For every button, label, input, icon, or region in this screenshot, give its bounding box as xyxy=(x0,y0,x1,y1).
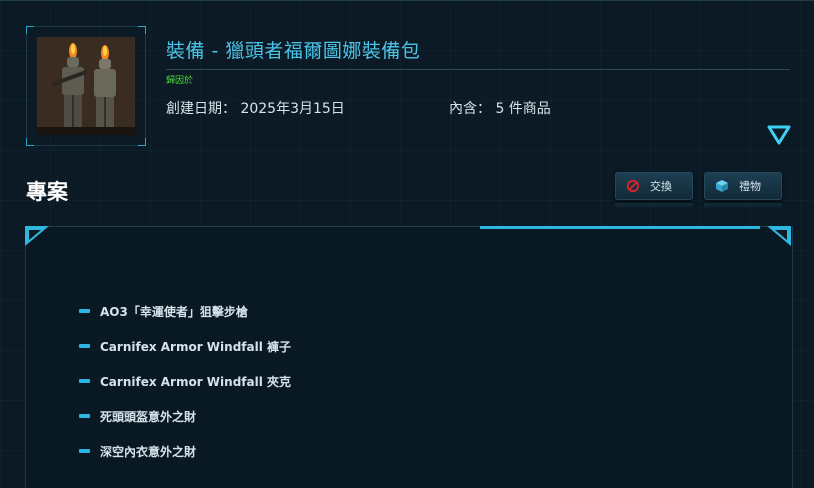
item-count: 內含： 5 件商品 xyxy=(449,101,551,117)
gift-button[interactable]: 禮物 xyxy=(704,172,782,200)
owner-tag: 歸因於 xyxy=(166,76,194,86)
button-reflection xyxy=(615,203,693,209)
panel-corner-left xyxy=(25,226,53,252)
item-label: AO3「幸運使者」狙擊步槍 xyxy=(100,305,248,319)
bullet-marker xyxy=(79,414,90,418)
item-label: 死頭頭盔意外之財 xyxy=(100,410,197,424)
frame-corner xyxy=(26,26,34,34)
chevron-down-icon[interactable] xyxy=(766,124,792,146)
panel-top-highlight xyxy=(480,226,760,229)
top-border xyxy=(0,0,814,1)
trade-button-label: 交換 xyxy=(650,180,672,193)
gift-button-label: 禮物 xyxy=(739,180,761,193)
item-label: Carnifex Armor Windfall 夾克 xyxy=(100,375,292,389)
cube-icon xyxy=(715,179,729,193)
title-divider xyxy=(166,69,790,70)
created-date: 創建日期： 2025年3月15日 xyxy=(166,101,345,117)
frame-corner xyxy=(138,26,146,34)
button-reflection xyxy=(704,203,782,209)
bullet-marker xyxy=(79,379,90,383)
package-thumbnail xyxy=(26,26,146,146)
item-label: 深空內衣意外之財 xyxy=(100,445,197,459)
armor-preview-image xyxy=(37,37,135,135)
frame-corner xyxy=(138,138,146,146)
package-title: 裝備 - 獵頭者福爾圖娜裝備包 xyxy=(166,40,421,62)
bullet-marker xyxy=(79,449,90,453)
trade-button[interactable]: 交換 xyxy=(615,172,693,200)
list-item: 死頭頭盔意外之財 xyxy=(79,408,291,443)
item-list: AO3「幸運使者」狙擊步槍 Carnifex Armor Windfall 褲子… xyxy=(79,303,291,478)
item-label: Carnifex Armor Windfall 褲子 xyxy=(100,340,292,354)
list-item: Carnifex Armor Windfall 褲子 xyxy=(79,338,291,373)
list-item: AO3「幸運使者」狙擊步槍 xyxy=(79,303,291,338)
panel-corner-right xyxy=(763,226,791,252)
frame-corner xyxy=(26,138,34,146)
list-item: Carnifex Armor Windfall 夾克 xyxy=(79,373,291,408)
section-title: 專案 xyxy=(26,180,68,204)
bullet-marker xyxy=(79,309,90,313)
list-item: 深空內衣意外之財 xyxy=(79,443,291,478)
no-entry-icon xyxy=(626,179,640,193)
bullet-marker xyxy=(79,344,90,348)
